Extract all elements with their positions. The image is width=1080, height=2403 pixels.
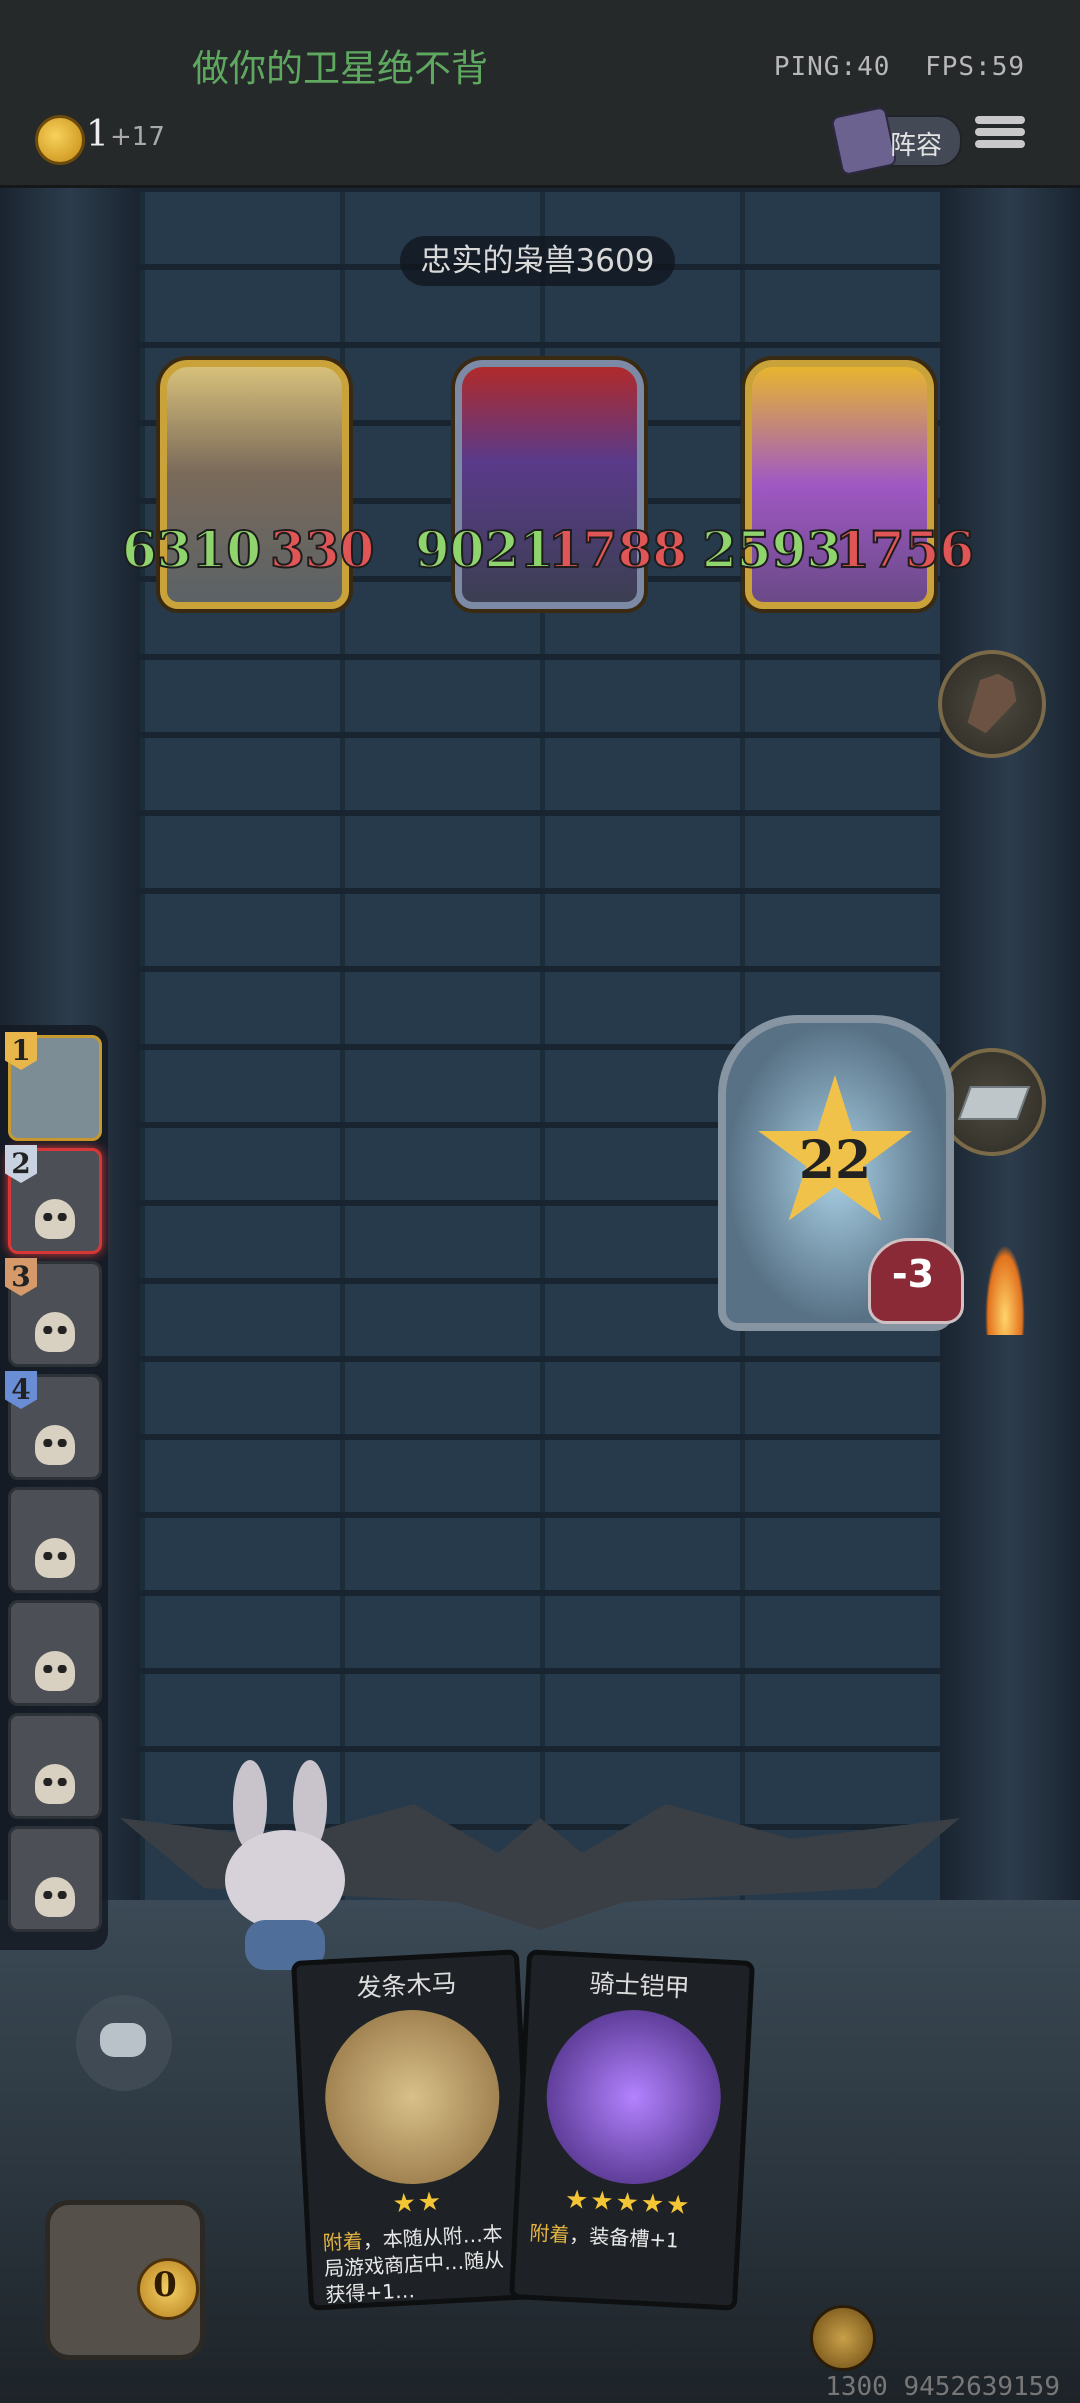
player-title: 做你的卫星绝不背 — [192, 47, 488, 90]
roster-slot[interactable]: 2 — [5, 1145, 102, 1254]
coffin-icon — [958, 667, 1023, 738]
enemy-1-health: 330 — [269, 519, 375, 580]
graveyard-button[interactable] — [938, 650, 1046, 758]
roster-slot[interactable] — [8, 1600, 102, 1706]
rank-badge: 2 — [5, 1145, 37, 1183]
rank-badge: 3 — [5, 1258, 37, 1296]
equipment-button[interactable] — [938, 1048, 1046, 1156]
user-id: 1300 9452639159 — [825, 2372, 1060, 2402]
roster-slot[interactable] — [8, 1487, 102, 1593]
boss-level: 22 — [798, 1130, 872, 1191]
rank-badge: 1 — [5, 1032, 37, 1070]
skull-icon — [35, 1312, 75, 1352]
roster-slot[interactable] — [8, 1826, 102, 1932]
skull-icon — [35, 1651, 75, 1691]
network-stats: PING:40 FPS:59 — [756, 52, 1025, 82]
card-art — [542, 2005, 726, 2189]
skull-icon — [35, 1199, 75, 1239]
card-desc: 附着，装备槽+1 — [528, 2220, 680, 2253]
rank-badge-icon[interactable] — [810, 2305, 876, 2371]
card-desc: 附着，本随从附…本局游戏商店中…随从获得+1… — [322, 2221, 505, 2307]
opponent-name: 忠实的枭兽3609 — [400, 236, 675, 286]
chat-bubble-icon[interactable] — [76, 1995, 172, 2091]
health-change: -3 — [891, 1252, 935, 1296]
gold-income: +17 — [110, 122, 165, 152]
rank-badge: 4 — [5, 1371, 37, 1409]
card-stars: ★★★★★ — [564, 2184, 693, 2222]
lineup-button[interactable]: 阵容 — [830, 105, 962, 177]
enemy-2-attack: 9021 — [414, 519, 555, 580]
skull-icon — [35, 1764, 75, 1804]
roster-slot[interactable]: 3 — [5, 1258, 102, 1367]
right-pillar — [940, 188, 1080, 1908]
coin-icon — [35, 115, 85, 165]
torch-flame — [985, 1245, 1025, 1335]
hamburger-menu-icon[interactable] — [975, 112, 1025, 162]
fps-label: FPS:59 — [925, 52, 1025, 82]
shop-chest-icon[interactable]: 0 — [15, 2160, 220, 2360]
enemy-1-attack: 6310 — [121, 519, 262, 580]
ingot-icon — [957, 1086, 1031, 1120]
card-art — [320, 2005, 504, 2189]
skull-icon — [35, 1425, 75, 1465]
card-title: 发条木马 — [355, 1968, 458, 2003]
roster-slot[interactable] — [8, 1713, 102, 1819]
roster-slot[interactable]: 1 — [5, 1032, 102, 1141]
shop-card-1[interactable]: 发条木马 ★★ 附着，本随从附…本局游戏商店中…随从获得+1… — [290, 1949, 538, 2311]
gold-count: 1 — [86, 114, 109, 155]
lineup-label: 阵容 — [890, 131, 943, 161]
player-roster: 1 2 3 4 — [0, 1025, 108, 1950]
shop-card-2[interactable]: 骑士铠甲 ★★★★★ 附着，装备槽+1 — [508, 1949, 756, 2311]
bunny-hero[interactable] — [215, 1760, 355, 1970]
card-title: 骑士铠甲 — [588, 1968, 691, 2003]
top-bar: 做你的卫星绝不背 PING:40 FPS:59 1 +17 阵容 — [0, 0, 1080, 188]
skull-icon — [35, 1877, 75, 1917]
enemy-3-attack: 2593 — [701, 519, 842, 580]
card-stars: ★★ — [391, 2186, 444, 2220]
enemy-3-health: 1756 — [834, 519, 975, 580]
shop-gold: 0 — [153, 2265, 177, 2305]
skull-icon — [35, 1538, 75, 1578]
roster-slot[interactable]: 4 — [5, 1371, 102, 1480]
ping-label: PING:40 — [773, 52, 891, 82]
enemy-2-health: 1788 — [547, 519, 688, 580]
lineup-book-icon — [830, 105, 898, 177]
